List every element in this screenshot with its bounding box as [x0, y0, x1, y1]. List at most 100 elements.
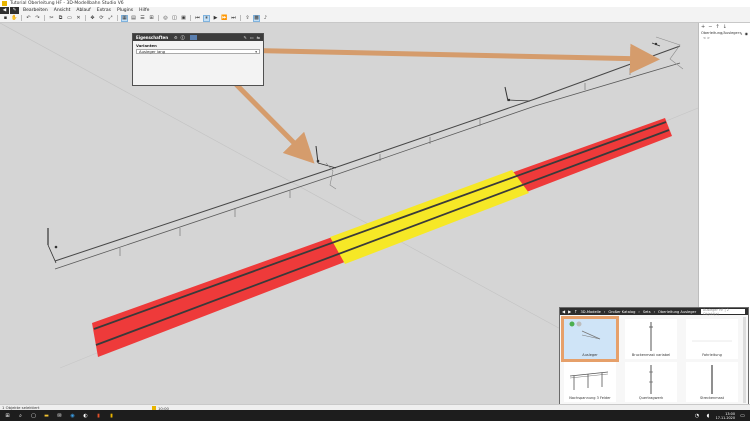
rotate-icon[interactable]: ⟳ — [98, 15, 105, 22]
catalog-item-label: Bruckenmast variabel — [631, 353, 671, 357]
breadcrumb-item[interactable]: Sets — [643, 310, 651, 314]
modellbahn-app-icon[interactable]: ▮ — [108, 412, 115, 419]
menu-bearbeiten[interactable]: Bearbeiten — [20, 8, 51, 13]
task-view-icon[interactable]: ▢ — [30, 412, 37, 419]
wire-thumbnail — [692, 340, 732, 342]
skip-forward-icon[interactable]: ⏭ — [230, 15, 237, 22]
image-icon[interactable]: ▣ — [180, 15, 187, 22]
copy-icon[interactable]: ⧉ — [57, 15, 64, 22]
mail-icon[interactable]: ✉ — [56, 412, 63, 419]
toolbar-divider — [117, 15, 118, 21]
title-bar: Tutorial Oberleitung HF - 3D-Modellbahn … — [0, 0, 750, 7]
gear-icon[interactable]: ⚙ — [174, 35, 178, 41]
catalog-item-ausleger[interactable]: Ausleger — [561, 316, 619, 362]
snap-icon[interactable]: ⊞ — [148, 15, 155, 22]
speaker-icon[interactable]: ◖ — [705, 412, 712, 419]
menu-extras[interactable]: Extras — [94, 8, 114, 13]
windows-start-icon[interactable]: ⊞ — [4, 412, 11, 419]
office-icon[interactable]: ▮ — [95, 412, 102, 419]
tensioning-thumbnail — [569, 371, 609, 390]
system-tray: ◔ ◖ 13:00 17.11.2020 ▭ — [694, 410, 746, 421]
edit-mode-button[interactable]: ✎ — [10, 7, 19, 14]
catalog-item-nachspannung[interactable]: Nachspannung 3 Felder — [564, 362, 616, 402]
notifications-icon[interactable]: ▭ — [739, 412, 746, 419]
forward-icon[interactable]: ▶ — [568, 309, 571, 314]
ausleger-thumbnail — [569, 321, 601, 340]
variants-section-label: Varianten — [136, 43, 157, 48]
edge-icon[interactable]: ◉ — [69, 412, 76, 419]
network-icon[interactable]: ◔ — [694, 412, 701, 419]
cantilever-left[interactable] — [47, 228, 58, 264]
hd-icon[interactable]: ▩ — [253, 14, 260, 22]
edit-icon[interactable]: ✎ — [739, 31, 742, 36]
catalog-item-quertragwerk[interactable]: Quertragwerk — [625, 362, 677, 402]
redo-icon[interactable]: ↷ — [34, 15, 41, 22]
breadcrumb-item[interactable]: Oberleitung Ausleger — [658, 310, 696, 314]
view-icon[interactable]: ◫ — [171, 15, 178, 22]
remove-icon[interactable]: − — [708, 24, 712, 30]
back-button[interactable]: ◀ — [0, 7, 9, 14]
camera-icon[interactable]: ◎ — [162, 15, 169, 22]
catalog-item-bruckenmast[interactable]: Bruckenmast variabel — [625, 319, 677, 359]
sound-icon[interactable]: ♪ — [262, 15, 269, 22]
back-icon[interactable]: ◀ — [562, 309, 565, 314]
catalog-item-label: Quertragwerk — [638, 396, 664, 400]
browser-icon[interactable]: ◐ — [82, 412, 89, 419]
cantilever-middle[interactable] — [315, 145, 337, 190]
upload-icon[interactable]: ⇪ — [244, 15, 251, 22]
add-icon[interactable]: + — [701, 24, 705, 30]
search-icon[interactable]: ⌕ — [17, 412, 24, 419]
toolbar-divider — [240, 15, 241, 21]
delete-icon[interactable]: ✕ — [75, 15, 82, 22]
move-down-icon[interactable]: ↓ — [723, 24, 727, 30]
info-icon[interactable]: ⓘ — [181, 35, 185, 41]
eye-icon[interactable]: ◉ — [745, 31, 749, 36]
properties-panel[interactable]: Eigenschaften ⚙ ⓘ ✎ ▭ ⇆ Varianten Ausleg… — [132, 33, 264, 86]
save-icon[interactable]: ▪ — [2, 15, 9, 22]
link-icon[interactable]: ⇆ — [257, 35, 260, 40]
up-icon[interactable]: ↑ — [574, 309, 577, 314]
explorer-icon[interactable]: ▬ — [43, 412, 50, 419]
layer-sub-nav[interactable]: < > — [699, 36, 750, 40]
menu-hilfe[interactable]: Hilfe — [136, 8, 152, 13]
layer-row-label: Oberleitung/Ausleger — [701, 31, 740, 35]
move-up-icon[interactable]: ↑ — [715, 24, 719, 30]
layers-icon[interactable]: ☰ — [139, 15, 146, 22]
fast-forward-icon[interactable]: ⏩ — [221, 15, 228, 22]
toolbar-divider — [44, 15, 45, 21]
catalog-item-label: Ausleger — [582, 353, 598, 357]
catalog-item-label: Fahrleitung — [702, 353, 722, 357]
minimize-icon[interactable]: ▭ — [250, 35, 254, 40]
window-title: Tutorial Oberleitung HF - 3D-Modellbahn … — [10, 1, 124, 6]
system-clock[interactable]: 13:00 17.11.2020 — [716, 412, 735, 420]
move-icon[interactable]: ✥ — [89, 15, 96, 22]
cantilever-selected-far[interactable] — [651, 36, 684, 70]
undo-icon[interactable]: ↶ — [25, 15, 32, 22]
catalog-item-streckenmast[interactable]: Streckenmast — [686, 362, 738, 402]
menu-ansicht[interactable]: Ansicht — [51, 8, 74, 13]
menu-ablauf[interactable]: Ablauf — [73, 8, 93, 13]
toolbar-divider — [21, 15, 22, 21]
catalog-search-input[interactable]: Ausleger HF | 2 Objekt(e) — [701, 308, 745, 316]
catalog-grid: Ausleger Bruckenmast variabel Fahrleitun… — [561, 316, 740, 403]
cut-icon[interactable]: ✂ — [48, 15, 55, 22]
variants-tab-icon[interactable] — [189, 34, 197, 40]
play-icon[interactable]: ▶ — [212, 15, 219, 22]
grid-icon[interactable]: ▤ — [130, 15, 137, 22]
select-mode-icon[interactable]: ▦ — [121, 14, 128, 22]
breadcrumb-item[interactable]: 3D-Modelle — [581, 310, 601, 314]
skip-back-icon[interactable]: ⏮ — [194, 15, 201, 22]
menu-plugins[interactable]: Plugins — [114, 8, 136, 13]
pause-icon[interactable]: ⏸ — [203, 14, 210, 22]
paste-icon[interactable]: ▭ — [66, 15, 73, 22]
pin-icon[interactable]: ✎ — [244, 35, 247, 40]
variant-select[interactable]: Ausleger lang ▾ — [136, 49, 260, 54]
cantilever-upper[interactable] — [504, 86, 531, 102]
catalog-item-fahrleitung[interactable]: Fahrleitung — [686, 319, 738, 359]
breadcrumb-item[interactable]: Großer Katalog — [608, 310, 635, 314]
track-bed-yellow-selected[interactable] — [330, 170, 529, 264]
catalog-scrollbar[interactable] — [743, 317, 746, 403]
scale-icon[interactable]: ⤢ — [107, 15, 114, 22]
model-catalog-panel[interactable]: ◀ ▶ ↑ 3D-Modelle › Großer Katalog › Sets… — [559, 307, 749, 405]
hand-icon[interactable]: ✋ — [11, 15, 18, 22]
